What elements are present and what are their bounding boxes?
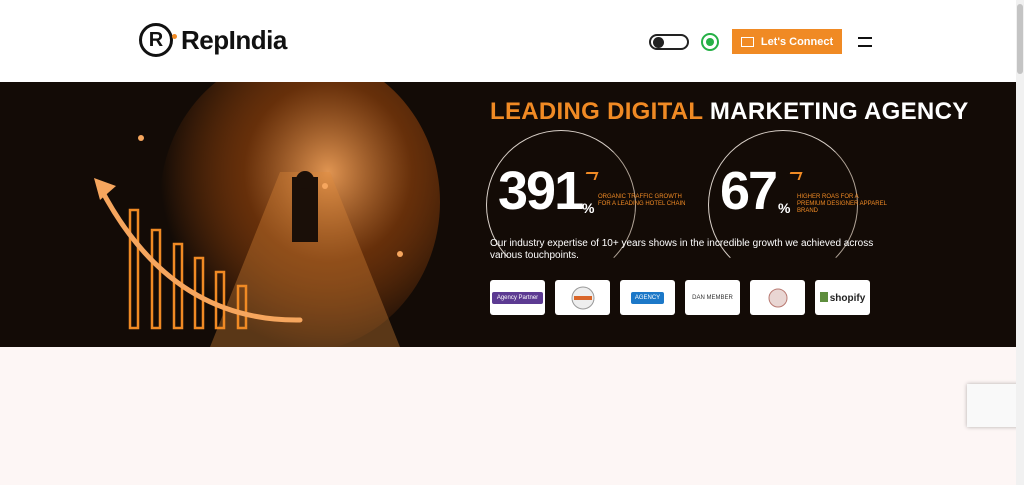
theme-toggle[interactable]	[649, 34, 689, 50]
stat-unit: %	[582, 200, 595, 216]
agency-badge: AGENCY	[620, 280, 675, 315]
dan-member-badge: DAN MEMBER	[685, 280, 740, 315]
toggle-knob-icon	[653, 37, 664, 48]
scroll-thumb[interactable]	[1017, 4, 1023, 74]
shopify-badge: shopify	[815, 280, 870, 315]
lets-connect-button[interactable]: Let's Connect	[732, 29, 842, 54]
page-scrollbar[interactable]	[1016, 0, 1024, 485]
stat-label: HIGHER ROAS FOR A PREMIUM DESIGNER APPAR…	[797, 194, 887, 214]
stat-roas: 67 % HIGHER ROAS FOR A PREMIUM DESIGNER …	[708, 130, 912, 280]
mail-icon	[740, 36, 754, 47]
logo-mark-icon: R	[139, 23, 177, 57]
brand-name: RepIndia	[181, 24, 287, 55]
hero-banner: LEADING DIGITAL MARKETING AGENCY 391 % O…	[0, 82, 1016, 347]
partner-badges: Agency Partner AGENCY DAN MEMBER shopify	[490, 280, 870, 315]
repindia-logo[interactable]: R RepIndia	[139, 23, 287, 57]
stat-organic-traffic: 391 % ORGANIC TRAFFIC GROWTH FOR A LEADI…	[486, 130, 690, 280]
hero-illustration	[0, 82, 480, 347]
site-header: R RepIndia Let's Connect	[0, 0, 1016, 82]
whatsapp-icon[interactable]	[701, 33, 719, 51]
stat-value: 391	[498, 161, 584, 221]
hero-description: Our industry expertise of 10+ years show…	[490, 238, 874, 261]
agency-partner-badge: Agency Partner	[490, 280, 545, 315]
certified-badge	[750, 280, 805, 315]
lets-connect-label: Let's Connect	[760, 35, 834, 48]
award-badge	[555, 280, 610, 315]
stat-value: 67	[720, 161, 778, 221]
menu-icon[interactable]	[858, 37, 872, 47]
stat-label: ORGANIC TRAFFIC GROWTH FOR A LEADING HOT…	[598, 194, 686, 207]
hero-headline: LEADING DIGITAL MARKETING AGENCY	[490, 98, 969, 126]
headline-orange: LEADING DIGITAL	[490, 98, 703, 125]
stat-unit: %	[778, 200, 791, 216]
headline-white: MARKETING AGENCY	[709, 98, 969, 125]
